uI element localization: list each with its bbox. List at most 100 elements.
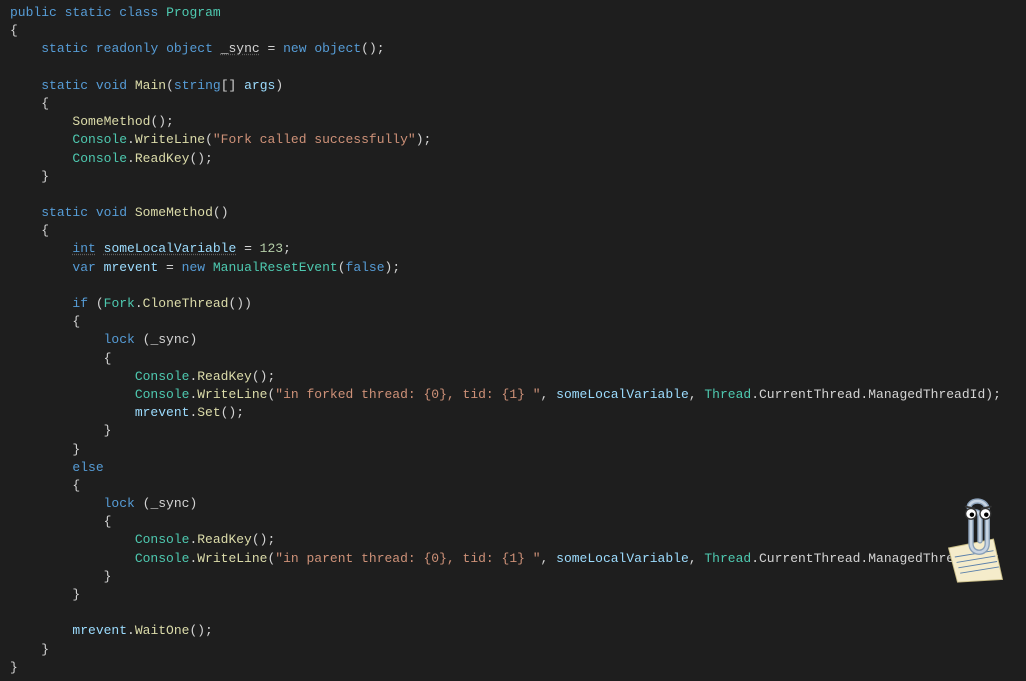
- brace: }: [41, 169, 49, 184]
- var-someLocal: someLocalVariable: [104, 241, 237, 256]
- kw-object: object: [314, 41, 361, 56]
- paren: );: [985, 387, 1001, 402]
- prop-CurrentThread: CurrentThread: [759, 387, 860, 402]
- parens: ();: [361, 41, 384, 56]
- brace: {: [10, 23, 18, 38]
- brace: {: [104, 351, 112, 366]
- kw-lock: lock: [104, 332, 135, 347]
- op: =: [260, 41, 283, 56]
- parens: ()): [229, 296, 252, 311]
- comma: ,: [541, 551, 557, 566]
- method-ReadKey: ReadKey: [197, 532, 252, 547]
- string: "in parent thread: {0}, tid: {1} ": [275, 551, 540, 566]
- paren: );: [416, 132, 432, 147]
- kw-new: new: [283, 41, 306, 56]
- clippy-assistant-icon[interactable]: [926, 494, 1016, 584]
- kw-if: if: [72, 296, 88, 311]
- field-sync: _sync: [150, 332, 189, 347]
- dot: .: [751, 551, 759, 566]
- type-Console: Console: [72, 132, 127, 147]
- method-SomeMethod: SomeMethod: [72, 114, 150, 129]
- type-Console: Console: [135, 387, 190, 402]
- var: someLocalVariable: [556, 551, 689, 566]
- kw-class: class: [119, 5, 158, 20]
- string: "in forked thread: {0}, tid: {1} ": [275, 387, 540, 402]
- var-mrevent: mrevent: [135, 405, 190, 420]
- semi: ;: [283, 241, 291, 256]
- parens: ();: [150, 114, 173, 129]
- brace: {: [41, 223, 49, 238]
- brace: {: [104, 514, 112, 529]
- type-Console: Console: [135, 532, 190, 547]
- type-Console: Console: [72, 151, 127, 166]
- method-ReadKey: ReadKey: [197, 369, 252, 384]
- comma: ,: [689, 551, 705, 566]
- dot: .: [127, 623, 135, 638]
- type-Console: Console: [135, 369, 190, 384]
- brace: }: [104, 569, 112, 584]
- paren: (: [135, 496, 151, 511]
- kw-void: void: [96, 205, 127, 220]
- var: someLocalVariable: [556, 387, 689, 402]
- brace: {: [41, 96, 49, 111]
- kw-readonly: readonly: [96, 41, 158, 56]
- brace: }: [72, 442, 80, 457]
- kw-else: else: [72, 460, 103, 475]
- method-WriteLine: WriteLine: [135, 132, 205, 147]
- brace: }: [41, 642, 49, 657]
- kw-object: object: [166, 41, 213, 56]
- kw-new: new: [182, 260, 205, 275]
- num: 123: [260, 241, 283, 256]
- method-WriteLine: WriteLine: [197, 387, 267, 402]
- paren: ): [275, 78, 283, 93]
- kw-void: void: [96, 78, 127, 93]
- field-sync: _sync: [221, 41, 260, 56]
- paren: (: [135, 332, 151, 347]
- param-args: args: [244, 78, 275, 93]
- brackets: []: [221, 78, 244, 93]
- kw-static: static: [41, 205, 88, 220]
- paren: (: [205, 132, 213, 147]
- op: =: [236, 241, 259, 256]
- comma: ,: [689, 387, 705, 402]
- kw-int: int: [72, 241, 95, 256]
- parens: ();: [252, 369, 275, 384]
- method-ReadKey: ReadKey: [135, 151, 190, 166]
- paren: ): [189, 332, 197, 347]
- method-SomeMethod: SomeMethod: [135, 205, 213, 220]
- paren: (: [88, 296, 104, 311]
- dot: .: [135, 296, 143, 311]
- dot: .: [127, 132, 135, 147]
- paren: ): [189, 496, 197, 511]
- prop-ManagedThreadId: ManagedThreadId: [868, 387, 985, 402]
- method-Set: Set: [197, 405, 220, 420]
- method-WriteLine: WriteLine: [197, 551, 267, 566]
- var-mrevent: mrevent: [104, 260, 159, 275]
- parens: ();: [252, 532, 275, 547]
- type-Thread: Thread: [704, 387, 751, 402]
- paren: (: [338, 260, 346, 275]
- parens: ();: [189, 151, 212, 166]
- brace: {: [72, 314, 80, 329]
- kw-public: public: [10, 5, 57, 20]
- type-Program: Program: [166, 5, 221, 20]
- code-editor[interactable]: public static class Program { static rea…: [0, 0, 1026, 681]
- prop-CurrentThread: CurrentThread: [759, 551, 860, 566]
- kw-static: static: [41, 78, 88, 93]
- brace: {: [72, 478, 80, 493]
- dot: .: [751, 387, 759, 402]
- method-CloneThread: CloneThread: [143, 296, 229, 311]
- kw-string: string: [174, 78, 221, 93]
- type-Thread: Thread: [704, 551, 751, 566]
- brace: }: [72, 587, 80, 602]
- kw-var: var: [72, 260, 95, 275]
- type-Console: Console: [135, 551, 190, 566]
- parens: (): [213, 205, 229, 220]
- op: =: [158, 260, 181, 275]
- var-mrevent: mrevent: [72, 623, 127, 638]
- bool-false: false: [346, 260, 385, 275]
- type-Fork: Fork: [104, 296, 135, 311]
- method-Main: Main: [135, 78, 166, 93]
- kw-static: static: [65, 5, 112, 20]
- comma: ,: [541, 387, 557, 402]
